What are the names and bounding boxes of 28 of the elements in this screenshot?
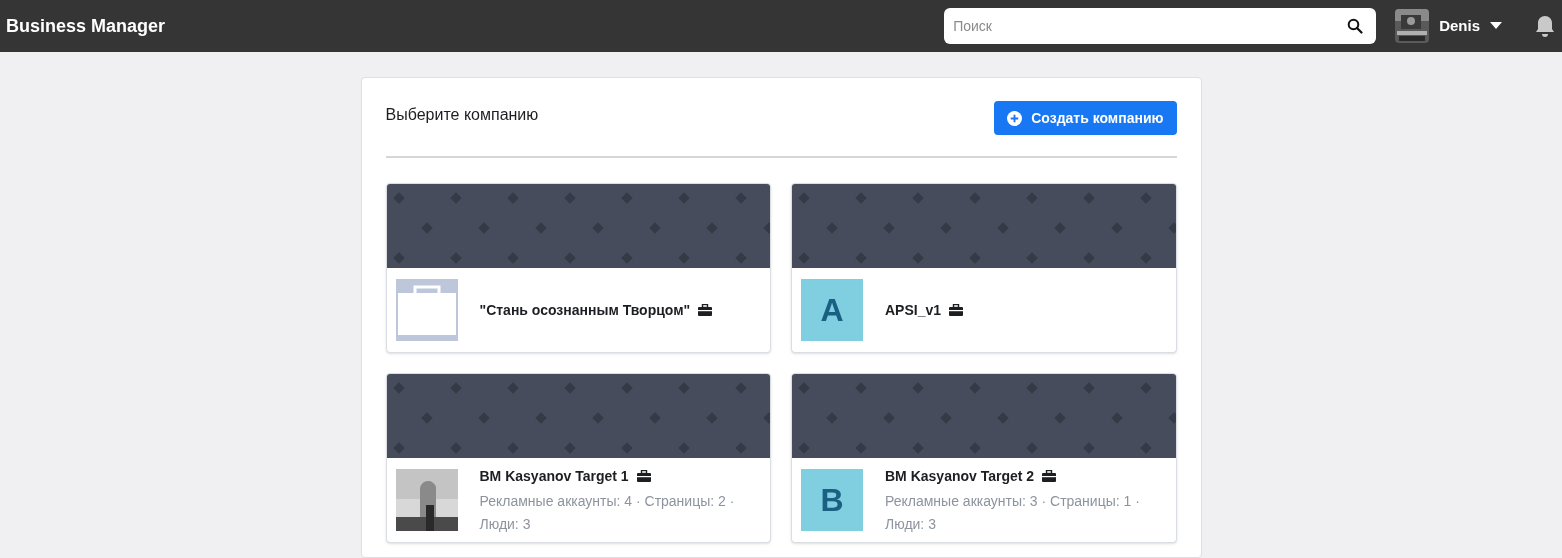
company-card[interactable]: "Стань осознанным Творцом" [385,183,771,353]
notifications-icon[interactable] [1534,15,1556,37]
briefcase-icon [395,279,458,341]
plus-circle-icon [1007,110,1023,126]
company-avatar: A [801,279,863,341]
user-name[interactable]: Denis [1439,14,1480,38]
company-name: APSI_v1 [885,300,942,320]
people-count: Люди: 3 [479,514,532,534]
company-card[interactable]: A APSI_v1 [791,183,1177,353]
briefcase-icon [1042,470,1057,482]
briefcase-icon [949,304,964,316]
company-card[interactable]: B BM Kasyanov Target 2 Рекламные аккаунты: 3 · Страницы: 1 · Люди: 3 [791,373,1177,543]
create-company-button[interactable]: Создать компанию [994,101,1177,135]
people-count: Люди: 3 [885,514,937,534]
company-stats: Рекламные аккаунты: 4 · Страницы: 2 · [479,491,735,511]
company-name: BM Kasyanov Target 2 [885,466,1035,486]
company-stats: Рекламные аккаунты: 3 · Страницы: 1 · [885,491,1140,511]
search-icon[interactable] [1347,18,1364,34]
company-card[interactable]: BM Kasyanov Target 1 Рекламные аккаунты: 4 · Страницы: 2 · Люди: 3 [385,373,771,543]
company-name: "Стань осознанным Творцом" [479,300,691,320]
company-name: BM Kasyanov Target 1 [479,466,629,486]
panel-heading: Выберите компанию [385,105,539,125]
caret-icon[interactable] [1490,22,1502,30]
company-avatar: B [801,469,863,531]
app-title: Business Manager [6,14,166,38]
briefcase-icon [636,470,651,482]
briefcase-icon [698,304,713,316]
search-field[interactable]: Поиск [944,8,1377,44]
